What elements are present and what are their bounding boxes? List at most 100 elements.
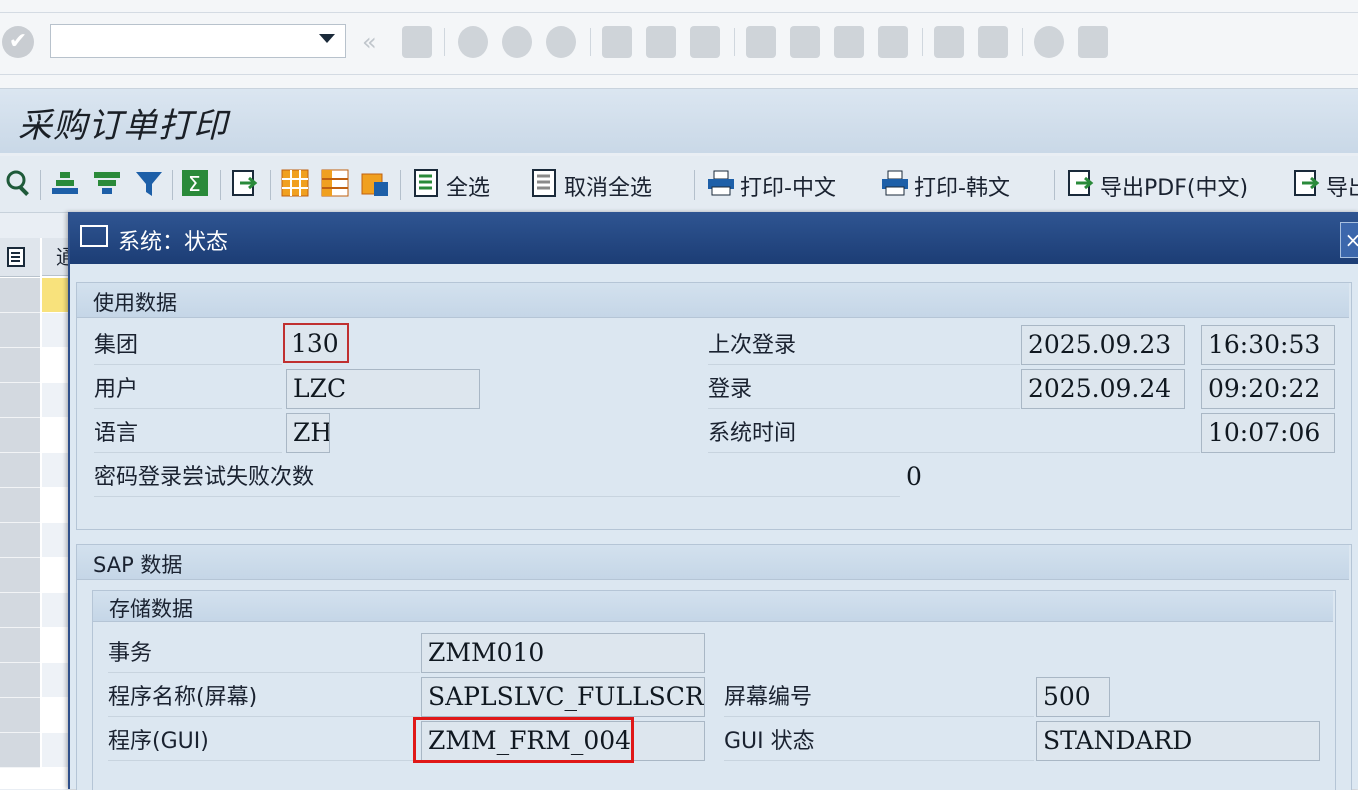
program-screen-label: 程序名称(屏幕) [108,680,420,717]
grid-column-header[interactable]: 通 [42,238,76,276]
grid-row-selector[interactable] [0,488,40,523]
export-pdf-korean-button[interactable]: 导出 [1326,170,1358,202]
grid-cell[interactable] [42,488,70,523]
find-next-icon[interactable] [690,26,720,58]
command-field[interactable] [50,24,346,58]
close-icon[interactable]: × [1340,222,1358,258]
language-label: 语言 [94,416,282,453]
enter-check-icon[interactable]: ✔ [2,26,34,58]
failed-logons-label: 密码登录尝试失败次数 [94,460,900,497]
toolbar-separator [444,28,445,56]
exit-icon[interactable] [502,26,532,58]
dialog-title-bar[interactable] [70,212,1358,264]
first-page-icon[interactable] [746,26,776,58]
previous-page-icon[interactable] [790,26,820,58]
grid-row-selector[interactable] [0,698,40,733]
svg-text:Σ: Σ [188,172,201,196]
grid-row-selector[interactable] [0,523,40,558]
details-icon[interactable] [4,168,34,198]
save-layout-icon[interactable] [360,168,390,198]
sum-icon[interactable]: Σ [180,168,210,198]
grid-row-selector[interactable] [0,628,40,663]
printer-icon[interactable] [706,168,736,198]
toolbar-separator [734,28,735,56]
program-gui-label: 程序(GUI) [108,724,420,761]
deselect-all-button[interactable]: 取消全选 [564,170,652,202]
failed-logons-value: 0 [906,462,922,491]
grid-cell[interactable] [42,523,70,558]
grid-cell[interactable] [42,593,70,628]
filter-icon[interactable] [134,168,164,198]
grid-row-selector[interactable] [0,663,40,698]
grid-cell[interactable] [42,628,70,663]
sort-ascending-icon[interactable] [50,168,80,198]
grid-row-selector[interactable] [0,733,40,768]
export-pdf-icon[interactable] [1292,168,1322,198]
screen-number-label: 屏幕编号 [724,680,1034,717]
grid-row-selector[interactable] [0,348,40,383]
grid-row-selector[interactable] [0,383,40,418]
grid-cell[interactable] [42,383,70,418]
last-page-icon[interactable] [878,26,908,58]
grid-settings-icon[interactable] [0,238,40,277]
user-label: 用户 [94,372,282,409]
last-logon-date-field[interactable]: 2025.09.23 [1021,325,1185,365]
collapse-icon[interactable]: « [362,28,377,56]
toolbar-separator [694,170,695,200]
client-label: 集团 [94,328,282,365]
next-page-icon[interactable] [834,26,864,58]
group-title: 存储数据 [109,597,193,621]
grid-row-selector[interactable] [0,278,40,313]
deselect-all-icon[interactable] [530,168,560,198]
shortcut-icon[interactable] [978,26,1008,58]
screen-number-field[interactable]: 500 [1036,677,1110,717]
cancel-icon[interactable] [546,26,576,58]
save-icon[interactable] [402,26,432,58]
grid-cell[interactable] [42,453,70,488]
export-icon[interactable] [230,168,260,198]
last-logon-time-field[interactable]: 16:30:53 [1201,325,1335,365]
grid-row-selector[interactable] [0,453,40,488]
sort-descending-icon[interactable] [92,168,122,198]
layout-icon[interactable] [1078,26,1108,58]
select-all-icon[interactable] [412,168,442,198]
grid-cell[interactable] [42,418,70,453]
find-icon[interactable] [646,26,676,58]
grid-row-selector[interactable] [0,418,40,453]
print-chinese-button[interactable]: 打印-中文 [740,170,836,202]
new-session-icon[interactable] [934,26,964,58]
system-time-field[interactable]: 10:07:06 [1201,413,1335,453]
grid-cell[interactable] [42,733,70,768]
repository-data-header: 存储数据 [93,591,1333,622]
select-all-button[interactable]: 全选 [446,170,490,202]
grid-cell[interactable] [42,348,70,383]
logon-label: 登录 [708,372,1020,409]
back-icon[interactable] [458,26,488,58]
logon-time-field[interactable]: 09:20:22 [1201,369,1335,409]
grid-cell[interactable] [42,698,70,733]
print-icon[interactable] [602,26,632,58]
grid-cell[interactable] [42,558,70,593]
layout-grid-icon[interactable] [280,168,310,198]
client-field[interactable]: 130 [283,323,349,363]
export-pdf-chinese-button[interactable]: 导出PDF(中文) [1100,170,1248,202]
grid-cell[interactable] [42,278,70,313]
grid-cell[interactable] [42,663,70,698]
group-title: 使用数据 [93,291,177,315]
transaction-field[interactable]: ZMM010 [421,633,705,673]
choose-layout-icon[interactable] [320,168,350,198]
grid-cell[interactable] [42,313,70,348]
help-icon[interactable] [1034,26,1064,58]
grid-row-selector[interactable] [0,593,40,628]
grid-row-selector[interactable] [0,558,40,593]
printer-icon[interactable] [880,168,910,198]
export-pdf-icon[interactable] [1066,168,1096,198]
print-korean-button[interactable]: 打印-韩文 [914,170,1010,202]
logon-date-field[interactable]: 2025.09.24 [1021,369,1185,409]
grid-row-selector[interactable] [0,313,40,348]
chevron-down-icon[interactable] [319,34,335,43]
user-field[interactable]: LZC [286,369,480,409]
program-screen-field[interactable]: SAPLSLVC_FULLSCRE… [421,677,705,717]
gui-status-field[interactable]: STANDARD [1036,721,1320,761]
language-field[interactable]: ZH [286,413,330,453]
